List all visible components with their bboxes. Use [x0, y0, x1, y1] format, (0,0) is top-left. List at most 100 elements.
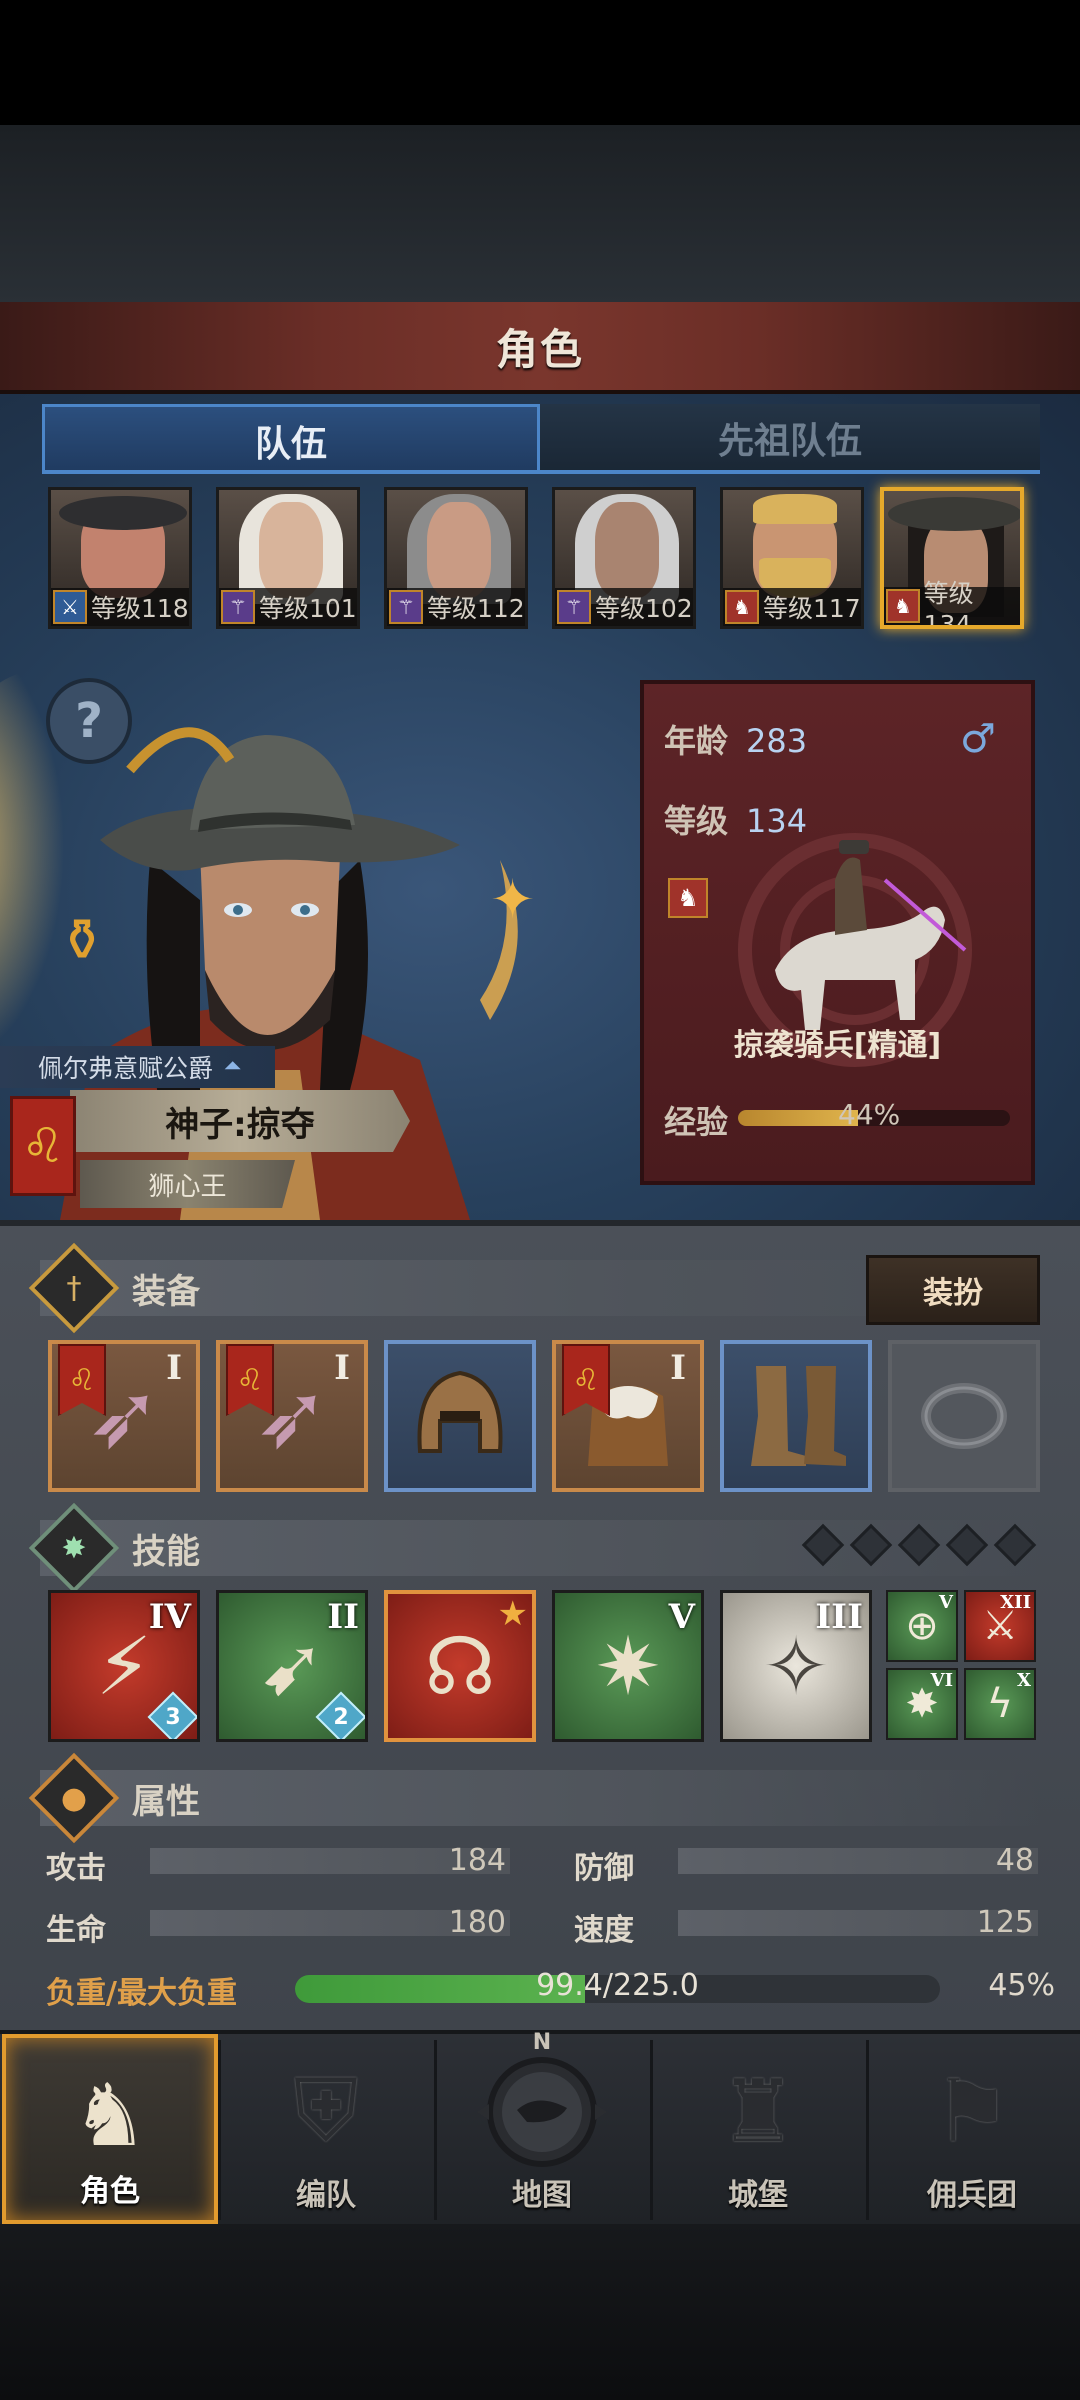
defense-value: 48: [995, 1843, 1034, 1878]
page-title: 角色: [495, 324, 584, 374]
unit-class-name: 掠袭骑兵[精通]: [733, 1028, 942, 1063]
helmet-icon: ⛨: [293, 2061, 359, 2161]
mini-skill-1[interactable]: ⊕ V: [886, 1590, 958, 1662]
skill-5[interactable]: ✧ III: [720, 1590, 872, 1742]
equip-slot-bow-2[interactable]: ➶ ♌ I: [216, 1340, 368, 1492]
equip-slot-boots[interactable]: [720, 1340, 872, 1492]
portrait-2[interactable]: ⚚ 等级101: [216, 487, 360, 629]
castle-icon: ♜: [719, 2062, 797, 2162]
load-value: 99.4/225.0: [536, 1968, 699, 2003]
mini-skill-4[interactable]: ϟ X: [964, 1668, 1036, 1740]
speed-label: 速度: [574, 1913, 634, 1948]
exp-percent: 44%: [838, 1098, 901, 1131]
portrait-3[interactable]: ⚚ 等级112: [384, 487, 528, 629]
star-badge-icon: ★: [497, 1594, 528, 1634]
lion-crest-icon: ♌: [10, 1096, 76, 1196]
portrait-level-row: ⚔ 等级118: [51, 588, 189, 626]
hair: [753, 494, 837, 524]
equip-slot-bow-1[interactable]: ➶ ♌ I: [48, 1340, 200, 1492]
load-label: 负重/最大负重: [46, 1976, 237, 2011]
nav-map[interactable]: N 地图: [434, 2030, 650, 2224]
equip-slot-ring-empty[interactable]: [888, 1340, 1040, 1492]
hat: [888, 497, 1020, 531]
nav-label: 佣兵团: [927, 2178, 1017, 2213]
equip-tier: I: [670, 1348, 686, 1388]
staff-icon: ⚚: [557, 590, 591, 624]
portrait-1[interactable]: ⚔ 等级118: [48, 487, 192, 629]
staff-icon: ⚚: [221, 590, 255, 624]
skill-2[interactable]: ➹ II 2: [216, 1590, 368, 1742]
hero-face: [427, 502, 491, 598]
sword-icon: ⚔: [53, 590, 87, 624]
mini-skill-3[interactable]: ✸ VI: [886, 1668, 958, 1740]
potion-icon[interactable]: ⚱: [42, 900, 122, 980]
exp-label: 经验: [664, 1103, 729, 1141]
equip-tier: I: [334, 1348, 350, 1388]
nav-label: 编队: [296, 2178, 356, 2213]
portrait-level-row: ♞ 等级134: [884, 579, 1020, 625]
portrait-level: 等级118: [91, 594, 189, 623]
skill-tier: VI: [930, 1670, 953, 1691]
age-row: 年龄 283: [664, 716, 807, 762]
hp-value: 180: [448, 1905, 506, 1940]
skill-tier: XII: [1000, 1592, 1031, 1613]
mini-skill-2[interactable]: ⚔ XII: [964, 1590, 1036, 1662]
attributes-title: 属性: [132, 1782, 200, 1822]
dagger-icon: †: [28, 1242, 120, 1334]
horse-icon: ♞: [668, 878, 708, 918]
portrait-level-row: ♞ 等级117: [723, 588, 861, 626]
portrait-level-row: ⚚ 等级101: [219, 588, 357, 626]
nav-label: 角色: [80, 2174, 140, 2209]
portrait-level-row: ⚚ 等级112: [387, 588, 525, 626]
hp-label: 生命: [46, 1913, 106, 1948]
skill-3[interactable]: ☊ ★: [384, 1590, 536, 1742]
equip-slot-armor[interactable]: ♌ I: [552, 1340, 704, 1492]
dress-up-button[interactable]: 装扮: [866, 1255, 1040, 1325]
skills-title: 技能: [132, 1532, 200, 1572]
nav-formation[interactable]: ⛨ 编队: [218, 2034, 434, 2224]
skill-tier: III: [815, 1597, 863, 1637]
bottom-bar: [0, 2224, 1080, 2400]
horse-icon: ♞: [725, 590, 759, 624]
hero-face: [259, 502, 323, 598]
portrait-5[interactable]: ♞ 等级117: [720, 487, 864, 629]
portrait-6-selected[interactable]: ♞ 等级134: [880, 487, 1024, 629]
ring-icon: [892, 1344, 1036, 1488]
equipment-title: 装备: [132, 1272, 200, 1312]
skill-1[interactable]: ⚡ IV 3: [48, 1590, 200, 1742]
sparkle-icon: ✦: [490, 868, 536, 931]
hat: [59, 496, 187, 530]
exp-row: 经验: [664, 1097, 728, 1143]
tab-underline: [42, 470, 1040, 474]
equip-slot-helmet[interactable]: [384, 1340, 536, 1492]
skill-tier: V: [939, 1592, 953, 1613]
level-label: 等级: [664, 802, 729, 840]
portrait-4[interactable]: ⚚ 等级102: [552, 487, 696, 629]
skill-star-icon: ✸: [28, 1502, 120, 1594]
skill-4[interactable]: ✷ V: [552, 1590, 704, 1742]
load-percent: 45%: [988, 1968, 1055, 2003]
speed-value: 125: [976, 1905, 1034, 1940]
skill-tier: II: [327, 1597, 359, 1637]
nav-label: 地图: [512, 2178, 572, 2213]
attack-value: 184: [448, 1843, 506, 1878]
tab-ancestor-team[interactable]: 先祖队伍: [540, 404, 1040, 474]
tab-team[interactable]: 队伍: [42, 404, 540, 474]
title-upgrade-icon[interactable]: ⏶: [224, 1054, 242, 1079]
banner-icon: ⚑: [933, 2062, 1011, 2162]
attributes-header: ● 属性: [0, 1752, 1080, 1844]
nav-character[interactable]: ♞ 角色: [2, 2034, 218, 2224]
help-button[interactable]: ?: [46, 678, 132, 764]
gem-count: 3: [165, 1704, 181, 1730]
age-value: 283: [746, 722, 808, 760]
knight-icon: ♞: [71, 2066, 149, 2166]
nav-mercenary[interactable]: ⚑ 佣兵团: [864, 2034, 1080, 2224]
portrait-level: 等级117: [763, 594, 861, 623]
hero-name[interactable]: 神子:掠夺: [70, 1090, 410, 1152]
nav-label: 城堡: [728, 2178, 788, 2213]
nav-castle[interactable]: ♜ 城堡: [650, 2034, 866, 2224]
staff-icon: ⚚: [389, 590, 423, 624]
portrait-level: 等级102: [595, 594, 693, 623]
portrait-level-row: ⚚ 等级102: [555, 588, 693, 626]
portrait-level: 等级112: [427, 594, 525, 623]
